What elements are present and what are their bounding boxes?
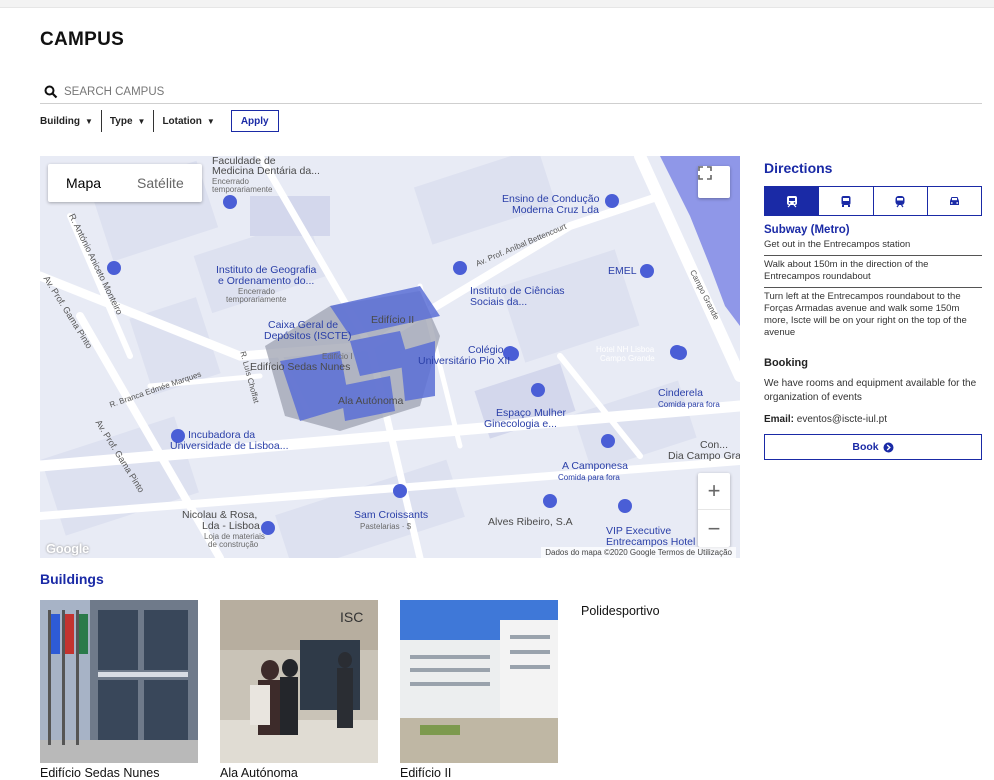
poi-cinderela[interactable]: Cinderela <box>658 388 703 399</box>
mode-train-tab[interactable] <box>874 187 928 215</box>
search-icon <box>44 85 58 98</box>
direction-step: Get out in the Entrecampos station <box>764 236 982 256</box>
building-card-sedas-nunes[interactable]: Edifício Sedas Nunes <box>40 600 198 780</box>
buildings-title: Buildings <box>40 571 104 587</box>
poi-camponesa[interactable]: A Camponesa <box>562 461 628 472</box>
poi-nicolau-4: de construção <box>208 540 259 549</box>
building-photo <box>40 600 198 763</box>
search-input[interactable] <box>64 85 464 98</box>
poi-edificio-i[interactable]: Edifício I <box>322 352 353 361</box>
building-card-ala-autonoma[interactable]: ISC Ala Autónoma <box>220 600 378 780</box>
filter-building-dropdown[interactable]: Building ▼ <box>40 110 102 132</box>
map-type-toggle: Mapa Satélite <box>48 164 202 202</box>
poi-edificio-ii[interactable]: Edifício II <box>371 315 414 326</box>
directions-title: Directions <box>764 160 833 176</box>
poi-sam-croissants[interactable]: Sam Croissants <box>354 510 428 521</box>
directions-panel: Directions Subway (Metro) Get out in the… <box>764 156 982 460</box>
poi-sedas-nunes[interactable]: Edifício Sedas Nunes <box>250 362 350 373</box>
building-photo: ISC <box>220 600 378 763</box>
book-label: Book <box>852 441 879 453</box>
campus-map[interactable]: Faculdade de Medicina Dentária da... Enc… <box>40 156 740 558</box>
train-icon <box>895 195 905 207</box>
building-photo <box>400 600 558 763</box>
direction-step: Walk about 150m in the direction of the … <box>764 256 982 288</box>
poi-geografia-2: e Ordenamento do... <box>218 275 315 287</box>
poi-cinderela-2: Comida para fora <box>658 400 720 409</box>
poi-sam-croissants-2: Pastelarias · $ <box>360 522 412 531</box>
subway-title: Subway (Metro) <box>764 224 850 236</box>
book-button[interactable]: Book <box>764 434 982 460</box>
filter-building-label: Building <box>40 115 80 127</box>
poi-espaco-mulher-2: Ginecologia e... <box>484 418 557 430</box>
satellite-view-button[interactable]: Satélite <box>119 164 202 202</box>
poi-geografia-status-2: temporariamente <box>226 295 287 304</box>
top-bar <box>0 0 994 8</box>
bus-icon <box>841 195 851 207</box>
email-link[interactable]: eventos@iscte-iul.pt <box>797 414 887 425</box>
poi-camponesa-2: Comida para fora <box>558 473 620 482</box>
apply-button[interactable]: Apply <box>230 110 279 132</box>
poi-nicolau-2: Lda - Lisboa <box>202 520 260 532</box>
caret-down-icon: ▼ <box>137 116 146 126</box>
filter-type-dropdown[interactable]: Type ▼ <box>102 110 155 132</box>
poi-condominio-2: Dia Campo Gra <box>668 450 740 462</box>
direction-step: Turn left at the Entrecampos roundabout … <box>764 291 967 338</box>
poi-hotel-nh-2: Campo Grande <box>600 354 655 363</box>
mode-subway-tab[interactable] <box>765 187 820 215</box>
zoom-in-button[interactable]: + <box>698 473 730 510</box>
filter-lotation-dropdown[interactable]: Lotation ▼ <box>154 110 222 132</box>
building-card-polidesportivo[interactable]: Polidesportivo <box>581 604 660 618</box>
arrow-circle-right-icon <box>883 442 894 452</box>
map-view-button[interactable]: Mapa <box>48 164 119 202</box>
google-logo: Google <box>46 541 89 556</box>
building-name: Edifício Sedas Nunes <box>40 766 160 780</box>
poi-emel[interactable]: EMEL <box>608 266 637 277</box>
fullscreen-icon <box>698 166 712 180</box>
building-name: Ala Autónoma <box>220 766 298 780</box>
transport-mode-tabs <box>764 186 982 216</box>
car-icon <box>949 197 959 205</box>
zoom-control: + − <box>698 473 730 547</box>
filter-lotation-label: Lotation <box>162 115 202 127</box>
poi-hotel-nh[interactable]: Hotel NH Lisboa <box>596 345 654 354</box>
map-attribution[interactable]: Dados do mapa ©2020 Google Termos de Uti… <box>541 547 736 558</box>
caret-down-icon: ▼ <box>206 116 215 126</box>
poi-faculdade-status-2: temporariamente <box>212 185 273 194</box>
poi-ciencias-2: Sociais da... <box>470 296 528 308</box>
mode-car-tab[interactable] <box>928 187 981 215</box>
subway-icon <box>786 195 797 207</box>
page-title: CAMPUS <box>40 29 125 50</box>
poi-colegio-2: Universitário Pio XII <box>418 355 511 367</box>
svg-text:ISC: ISC <box>340 609 363 625</box>
poi-caixa-2: Depósitos (ISCTE) <box>264 330 352 342</box>
email-label: Email: <box>764 414 795 425</box>
filter-bar: Building ▼ Type ▼ Lotation ▼ Apply <box>40 110 279 132</box>
fullscreen-button[interactable] <box>698 166 730 198</box>
building-name: Edifício II <box>400 766 452 780</box>
zoom-out-button[interactable]: − <box>698 510 730 547</box>
booking-email: Email: eventos@iscte-iul.pt <box>764 414 982 425</box>
filter-type-label: Type <box>109 115 133 127</box>
booking-title: Booking <box>764 357 808 369</box>
mode-bus-tab[interactable] <box>819 187 874 215</box>
search-bar[interactable] <box>40 80 982 104</box>
booking-text: We have rooms and equipment available fo… <box>764 378 977 403</box>
caret-down-icon: ▼ <box>85 116 93 126</box>
building-card-edificio-ii[interactable]: Edifício II <box>400 600 558 780</box>
poi-faculdade-2: Medicina Dentária da... <box>212 165 320 177</box>
poi-ensino-2: Moderna Cruz Lda <box>512 204 599 216</box>
poi-ala-autonoma[interactable]: Ala Autónoma <box>338 396 403 407</box>
poi-alves-ribeiro[interactable]: Alves Ribeiro, S.A <box>488 517 573 528</box>
poi-incubadora-2: Universidade de Lisboa... <box>170 440 289 452</box>
